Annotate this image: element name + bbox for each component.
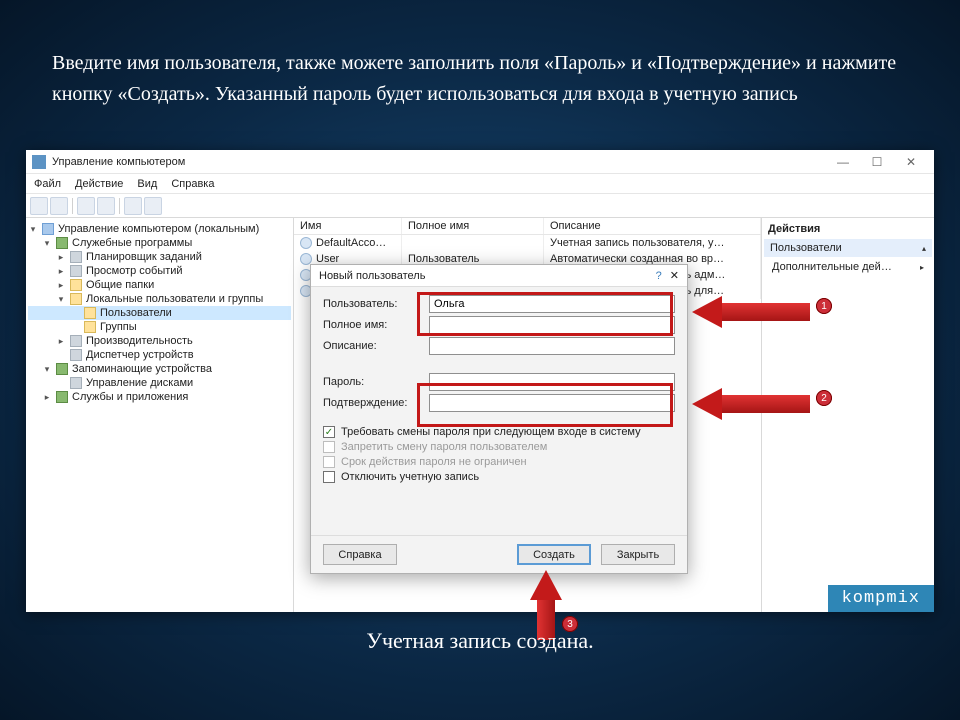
input-description[interactable] [429,337,675,355]
toolbar [26,194,934,218]
help-icon[interactable]: ? [656,270,662,282]
users-groups-icon [70,293,82,305]
tree-perf[interactable]: ▸Производительность [28,334,291,348]
computer-icon [42,223,54,235]
checkbox-icon: ✓ [323,426,335,438]
tree-users[interactable]: Пользователи [28,306,291,320]
input-password[interactable] [429,373,675,391]
tree-services[interactable]: ▸Службы и приложения [28,390,291,404]
storage-icon [56,363,68,375]
close-dialog-button[interactable]: Закрыть [601,544,675,565]
badge-1: 1 [816,298,832,314]
tree-groups[interactable]: Группы [28,320,291,334]
checkbox-icon [323,456,335,468]
app-icon [32,155,46,169]
list-item[interactable]: DefaultAcco… Учетная запись пользователя… [294,235,761,251]
dialog-close-icon[interactable]: ✕ [670,269,679,282]
tree-diskmgr[interactable]: Управление дисками [28,376,291,390]
caret-up-icon: ▴ [922,244,926,253]
menu-help[interactable]: Справка [171,178,214,190]
field-confirm: Подтверждение: [323,394,675,412]
col-fullname[interactable]: Полное имя [402,218,544,234]
actions-users[interactable]: Пользователи▴ [764,239,932,257]
tree-scheduler[interactable]: ▸Планировщик заданий [28,250,291,264]
menubar: Файл Действие Вид Справка [26,174,934,194]
field-username: Пользователь: [323,295,675,313]
dialog-buttons: Справка Создать Закрыть [311,535,687,573]
tree-storage[interactable]: ▾Запоминающие устройства [28,362,291,376]
checkbox-never-expire: Срок действия пароля не ограничен [323,456,675,468]
input-confirm[interactable] [429,394,675,412]
dialog-titlebar: Новый пользователь ? ✕ [311,265,687,287]
folder-icon [84,307,96,319]
minimize-button[interactable]: — [826,152,860,172]
perf-icon [70,335,82,347]
tree-panel: ▾Управление компьютером (локальным) ▾Слу… [26,218,294,612]
create-button[interactable]: Создать [517,544,591,565]
folder-icon [84,321,96,333]
user-icon [300,237,312,249]
disk-icon [70,377,82,389]
field-description: Описание: [323,337,675,355]
shared-icon [70,279,82,291]
input-username[interactable] [429,295,675,313]
checkbox-disable[interactable]: Отключить учетную запись [323,471,675,483]
watermark: kompmix [828,585,934,612]
services-icon [56,391,68,403]
label-username: Пользователь: [323,298,423,310]
arrow-2 [692,388,810,420]
toolbar-props-icon[interactable] [97,197,115,215]
menu-view[interactable]: Вид [137,178,157,190]
tree-event-viewer[interactable]: ▸Просмотр событий [28,264,291,278]
window-title: Управление компьютером [52,156,185,168]
chevron-right-icon: ▸ [920,263,924,272]
label-description: Описание: [323,340,423,352]
checkbox-icon [323,471,335,483]
event-icon [70,265,82,277]
actions-header: Действия [764,220,932,238]
instruction-bottom: Учетная запись создана. [0,628,960,654]
tree-devmgr[interactable]: Диспетчер устройств [28,348,291,362]
titlebar: Управление компьютером — ☐ ✕ [26,150,934,174]
actions-more[interactable]: Дополнительные дей…▸ [764,258,932,276]
tree-system-tools[interactable]: ▾Служебные программы [28,236,291,250]
devmgr-icon [70,349,82,361]
maximize-button[interactable]: ☐ [860,152,894,172]
checkbox-require-change[interactable]: ✓Требовать смены пароля при следующем вх… [323,426,675,438]
help-button[interactable]: Справка [323,544,397,565]
badge-2: 2 [816,390,832,406]
checkbox-deny-change: Запретить смену пароля пользователем [323,441,675,453]
toolbar-help-icon[interactable] [144,197,162,215]
label-password: Пароль: [323,376,423,388]
menu-file[interactable]: Файл [34,178,61,190]
toolbar-back-icon[interactable] [30,197,48,215]
label-fullname: Полное имя: [323,319,423,331]
new-user-dialog: Новый пользователь ? ✕ Пользователь: Пол… [310,264,688,574]
tree-shared[interactable]: ▸Общие папки [28,278,291,292]
list-header: Имя Полное имя Описание [294,218,761,235]
instruction-text: Введите имя пользователя, также можете з… [52,48,920,110]
close-button[interactable]: ✕ [894,152,928,172]
input-fullname[interactable] [429,316,675,334]
tools-icon [56,237,68,249]
field-fullname: Полное имя: [323,316,675,334]
label-confirm: Подтверждение: [323,397,423,409]
checkbox-icon [323,441,335,453]
toolbar-up-icon[interactable] [77,197,95,215]
field-password: Пароль: [323,373,675,391]
menu-action[interactable]: Действие [75,178,123,190]
arrow-1 [692,296,810,328]
toolbar-refresh-icon[interactable] [124,197,142,215]
dialog-title: Новый пользователь [319,270,425,282]
toolbar-forward-icon[interactable] [50,197,68,215]
tree-users-groups[interactable]: ▾Локальные пользователи и группы [28,292,291,306]
col-name[interactable]: Имя [294,218,402,234]
tree-root[interactable]: ▾Управление компьютером (локальным) [28,222,291,236]
col-desc[interactable]: Описание [544,218,761,234]
scheduler-icon [70,251,82,263]
